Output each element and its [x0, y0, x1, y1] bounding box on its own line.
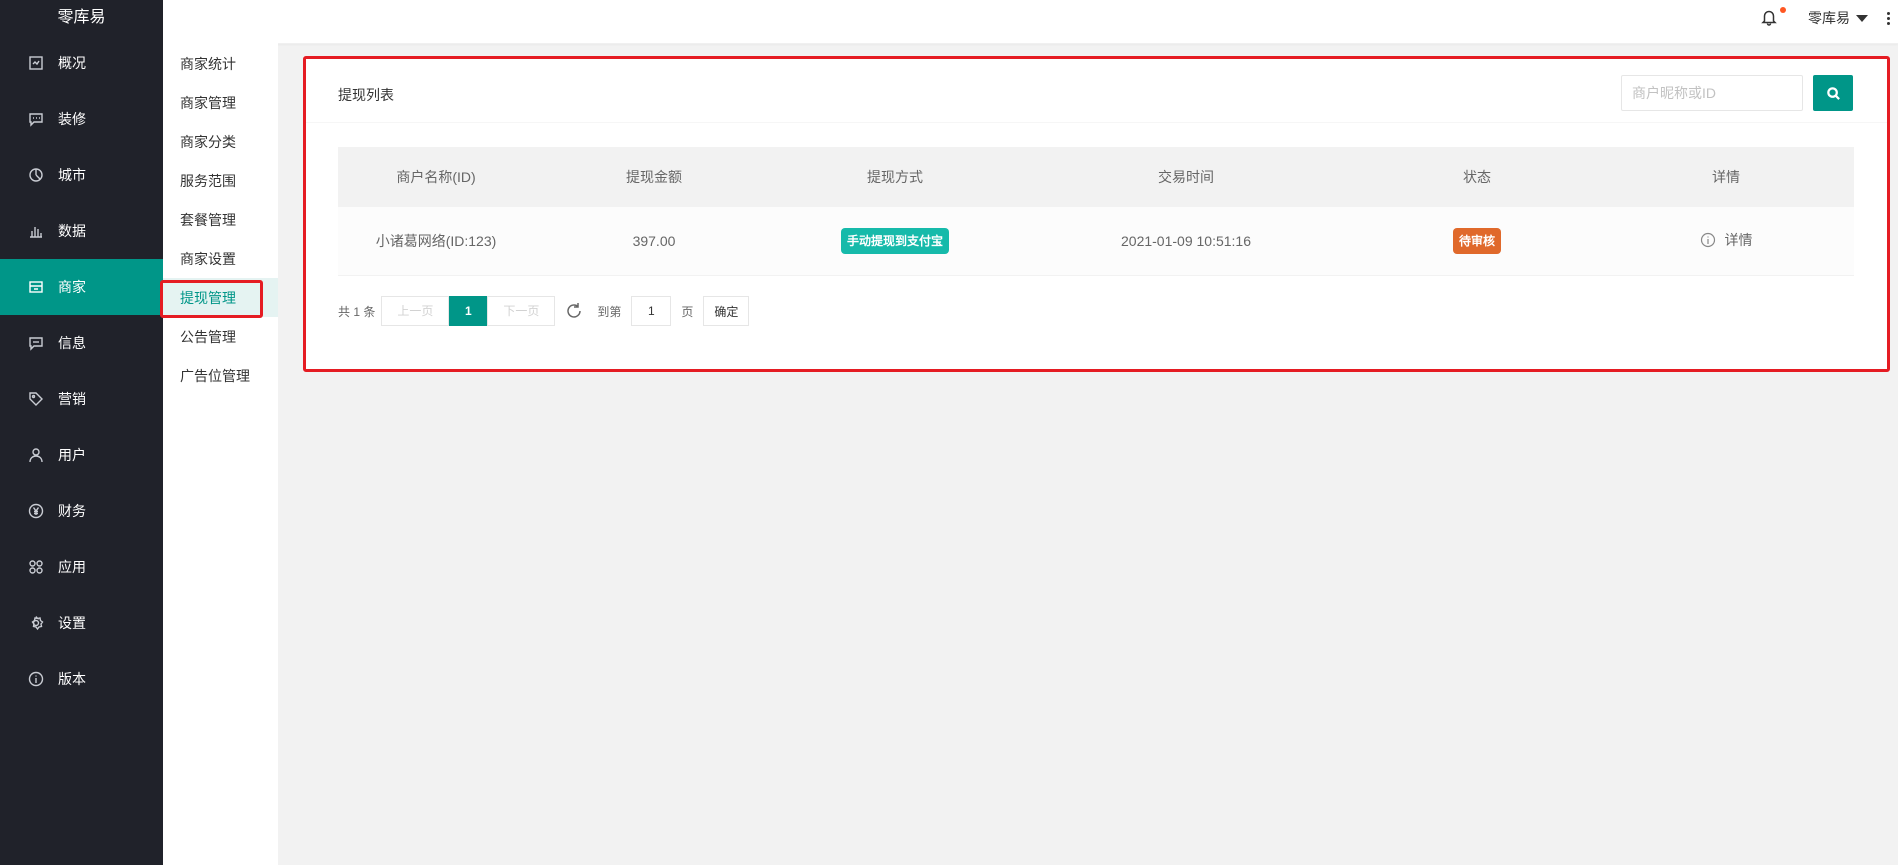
card-header: 提现列表 [306, 59, 1887, 123]
next-page-button[interactable]: 下一页 [487, 296, 556, 326]
sidebar-item-city[interactable]: 城市 [0, 147, 163, 203]
sidebar-item-label: 应用 [58, 559, 86, 575]
goto-page-input[interactable] [631, 296, 672, 326]
column-header-amount: 提现金额 [534, 147, 774, 207]
subnav-item-notice-manage[interactable]: 公告管理 [163, 317, 278, 356]
subnav-item-service-range[interactable]: 服务范围 [163, 161, 278, 200]
pagination-total: 共 1 条 [338, 304, 376, 319]
apps-icon [28, 559, 44, 575]
sidebar-item-label: 版本 [58, 671, 86, 687]
column-header-detail: 详情 [1598, 147, 1854, 207]
message-icon [28, 335, 44, 351]
cell-time: 2021-01-09 10:51:16 [1016, 207, 1356, 276]
subnav-item-withdraw-manage[interactable]: 提现管理 [163, 278, 278, 317]
sidebar-item-overview[interactable]: 概况 [0, 35, 163, 91]
info-icon [28, 671, 44, 687]
chart-pie-icon [28, 167, 44, 183]
sidebar-item-label: 装修 [58, 111, 86, 127]
cell-detail: 详情 [1598, 207, 1854, 276]
prev-page-button[interactable]: 上一页 [381, 296, 450, 326]
main-nav: 概况 装修 城市 数据 商家 信息 营销 用户 财务 应用 设置 版本 [0, 35, 163, 707]
column-header-status: 状态 [1356, 147, 1598, 207]
card-title: 提现列表 [338, 87, 394, 103]
sidebar-item-marketing[interactable]: 营销 [0, 371, 163, 427]
column-header-time: 交易时间 [1016, 147, 1356, 207]
caret-down-icon [1856, 14, 1868, 22]
column-header-merchant: 商户名称(ID) [338, 147, 534, 207]
goto-label: 到第 [597, 304, 622, 319]
refresh-icon[interactable] [564, 301, 584, 321]
cell-merchant: 小诸葛网络(ID:123) [338, 207, 534, 276]
page-unit-label: 页 [681, 304, 694, 319]
chat-icon [28, 111, 44, 127]
sidebar-item-merchant[interactable]: 商家 [0, 259, 163, 315]
notification-bell-icon[interactable] [1760, 7, 1786, 28]
sidebar-item-label: 设置 [58, 615, 86, 631]
status-badge: 待审核 [1452, 227, 1501, 254]
info-icon [1700, 233, 1715, 248]
main-sidebar: 零库易 概况 装修 城市 数据 商家 信息 营销 用户 财务 应用 设置 版本 [0, 0, 163, 865]
top-header: 零库易 [163, 0, 1898, 44]
yen-icon [28, 503, 44, 519]
column-header-method: 提现方式 [774, 147, 1016, 207]
search-input[interactable] [1621, 75, 1803, 111]
search-button[interactable] [1813, 75, 1853, 111]
goto-confirm-button[interactable]: 确定 [703, 296, 750, 326]
subnav-header-space [163, 0, 278, 44]
table-row: 小诸葛网络(ID:123) 397.00 手动提现到支付宝 2021-01-09… [338, 207, 1854, 276]
cell-method: 手动提现到支付宝 [774, 207, 1016, 276]
sidebar-item-label: 概况 [58, 55, 86, 71]
current-page-button[interactable]: 1 [449, 296, 488, 326]
subnav-item-ad-manage[interactable]: 广告位管理 [163, 356, 278, 395]
sidebar-item-label: 营销 [58, 391, 86, 407]
notification-dot [1780, 7, 1786, 13]
detail-link[interactable]: 详情 [1700, 230, 1753, 250]
sidebar-item-label: 商家 [58, 279, 86, 295]
more-vertical-icon[interactable] [1884, 11, 1892, 27]
detail-label: 详情 [1724, 232, 1753, 249]
sidebar-item-data[interactable]: 数据 [0, 203, 163, 259]
header-actions: 零库易 [1760, 0, 1898, 36]
sidebar-item-label: 信息 [58, 335, 86, 351]
sidebar-item-label: 用户 [58, 447, 86, 463]
sidebar-item-settings[interactable]: 设置 [0, 595, 163, 651]
subnav-item-merchant-settings[interactable]: 商家设置 [163, 239, 278, 278]
sidebar-item-version[interactable]: 版本 [0, 651, 163, 707]
user-menu[interactable]: 零库易 [1808, 8, 1868, 28]
tag-icon [28, 391, 44, 407]
sidebar-item-apps[interactable]: 应用 [0, 539, 163, 595]
sidebar-item-finance[interactable]: 财务 [0, 483, 163, 539]
sidebar-item-info[interactable]: 信息 [0, 315, 163, 371]
sub-sidebar: 商家统计 商家管理 商家分类 服务范围 套餐管理 商家设置 提现管理 公告管理 … [163, 44, 278, 865]
table-header-row: 商户名称(ID) 提现金额 提现方式 交易时间 状态 详情 [338, 147, 1854, 207]
store-icon [28, 279, 44, 295]
user-name: 零库易 [1808, 10, 1850, 26]
subnav-item-merchant-manage[interactable]: 商家管理 [163, 83, 278, 122]
cell-amount: 397.00 [534, 207, 774, 276]
sidebar-item-label: 数据 [58, 223, 86, 239]
withdraw-list-card: 提现列表 商户名称(ID) 提现金额 提现方式 交易时间 状态 详情 小诸葛网络… [306, 59, 1887, 369]
sidebar-item-decoration[interactable]: 装修 [0, 91, 163, 147]
gear-icon [28, 615, 44, 631]
search-icon [1826, 86, 1840, 100]
subnav-item-merchant-category[interactable]: 商家分类 [163, 122, 278, 161]
withdraw-table: 商户名称(ID) 提现金额 提现方式 交易时间 状态 详情 小诸葛网络(ID:1… [338, 147, 1854, 276]
bar-chart-icon [28, 223, 44, 239]
sidebar-item-label: 财务 [58, 503, 86, 519]
user-icon [28, 447, 44, 463]
dashboard-icon [28, 55, 44, 71]
pagination: 共 1 条 上一页 1 下一页 到第 页 确定 [338, 296, 750, 326]
sidebar-item-label: 城市 [58, 167, 86, 183]
method-badge: 手动提现到支付宝 [840, 227, 949, 254]
cell-status: 待审核 [1356, 207, 1598, 276]
sidebar-item-users[interactable]: 用户 [0, 427, 163, 483]
subnav-item-package-manage[interactable]: 套餐管理 [163, 200, 278, 239]
subnav-item-merchant-stats[interactable]: 商家统计 [163, 44, 278, 83]
app-logo[interactable]: 零库易 [0, 0, 163, 35]
